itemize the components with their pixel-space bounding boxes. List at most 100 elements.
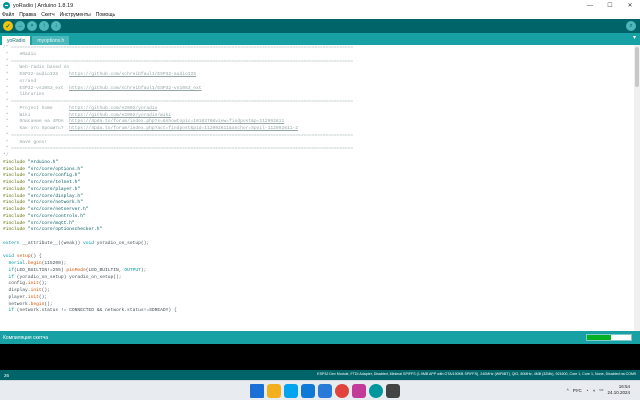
code-line[interactable]: #include "src/core/network.h" [3, 200, 640, 207]
code-line[interactable]: * ======================================… [3, 133, 640, 140]
code-line[interactable]: /* =====================================… [3, 45, 640, 52]
media-icon[interactable] [352, 384, 366, 398]
menu-edit[interactable]: Правка [19, 12, 36, 18]
code-token: * ESP32-audioI2S [3, 72, 70, 77]
toolbar: ✓ → ▪ ↑ ↓ ⌕ [0, 19, 640, 33]
system-tray: ^ РУС ◔ ◖ ▭ 16:54 24.10.2024 [567, 384, 636, 396]
code-line[interactable]: player.init(); [3, 295, 640, 302]
code-line[interactable]: * ESP32-vs1053_ext https://github.com/sc… [3, 86, 640, 93]
code-token: https://github.com/e2002/yoradio [69, 105, 158, 111]
code-token: #include [3, 207, 28, 212]
code-line[interactable]: * libraries [3, 92, 640, 99]
code-line[interactable]: #include "src/core/telnet.h" [3, 180, 640, 187]
menu-bar: Файл Правка Скетч Инструменты Помощь [0, 11, 640, 19]
code-line[interactable]: Serial.begin(115200); [3, 261, 640, 268]
tab-myoptions[interactable]: myoptions.h [32, 36, 70, 45]
code-token: #include [3, 220, 28, 226]
menu-sketch[interactable]: Скетч [41, 12, 54, 18]
tray-chevron-icon[interactable]: ^ [567, 388, 569, 393]
code-token: */ [3, 153, 9, 158]
windows-start-icon[interactable] [250, 384, 264, 398]
code-token: "src/core/display.h" [27, 193, 83, 199]
serial-monitor-button[interactable]: ⌕ [626, 21, 636, 31]
code-token: #include [3, 173, 28, 179]
code-token: begin [30, 301, 45, 307]
code-line[interactable]: #include "src/core/netserver.h" [3, 207, 640, 214]
clock[interactable]: 16:54 24.10.2024 [607, 384, 630, 396]
firefox-icon[interactable] [335, 384, 349, 398]
code-line[interactable]: * ======================================… [3, 146, 640, 153]
tab-menu-button[interactable]: ▾ [633, 34, 636, 41]
code-line[interactable]: if (network.status != CONNECTED && netwo… [3, 308, 640, 315]
code-line[interactable]: * Web-radio based on [3, 65, 640, 72]
code-token: #include [3, 166, 28, 172]
language-indicator[interactable]: РУС [573, 388, 582, 393]
maximize-button[interactable]: ☐ [600, 0, 620, 11]
arduino-taskbar-icon[interactable] [369, 384, 383, 398]
wifi-icon[interactable]: ◔ [586, 388, 589, 393]
code-line[interactable]: * Project home https://github.com/e2002/… [3, 106, 640, 113]
editor-scroll-thumb[interactable] [635, 47, 639, 87]
terminal-icon[interactable] [386, 384, 400, 398]
code-token: yoradio_on_setup(); [96, 240, 150, 246]
code-content[interactable]: /* =====================================… [0, 45, 640, 315]
code-line[interactable]: if(LED_BUILTIN!=255) pinMode(LED_BUILTIN… [3, 268, 640, 275]
menu-tools[interactable]: Инструменты [60, 12, 91, 18]
battery-icon[interactable]: ▭ [599, 387, 603, 393]
upload-button[interactable]: → [15, 21, 25, 31]
store-icon[interactable] [301, 384, 315, 398]
code-token: #include [3, 193, 28, 199]
code-line[interactable]: if (yoradio_on_setup) yoradio_on_setup()… [3, 275, 640, 282]
edge-browser-icon[interactable] [284, 384, 298, 398]
code-line[interactable]: * ======================================… [3, 59, 640, 66]
info-bar: 26 ESP32 Dev Module, FTDI Adapter, Disab… [0, 370, 640, 380]
menu-help[interactable]: Помощь [96, 12, 115, 18]
taskbar: ^ РУС ◔ ◖ ▭ 16:54 24.10.2024 [0, 380, 640, 400]
code-line[interactable]: #include "src/core/player.h" [3, 187, 640, 194]
console-output[interactable] [0, 344, 640, 370]
code-line[interactable]: display.init(); [3, 288, 640, 295]
code-token: * Web-radio based on [3, 65, 70, 71]
code-token: if [3, 267, 15, 273]
code-line[interactable]: extern __attribute__((weak)) void yoradi… [3, 241, 640, 248]
code-token: if [3, 308, 15, 314]
code-token: extern [3, 240, 23, 246]
code-line[interactable]: * or/and [3, 79, 640, 86]
code-token: https://github.com/schreibfaul1/ESP32-au… [69, 72, 196, 77]
code-editor[interactable]: /* =====================================… [0, 45, 640, 331]
code-line[interactable]: #include "Arduino.h" [3, 160, 640, 167]
code-line[interactable]: #include "src/core/display.h" [3, 194, 640, 201]
code-line[interactable]: * ======================================… [3, 99, 640, 106]
code-token: #include [3, 213, 28, 219]
code-token: "Arduino.h" [27, 159, 59, 165]
code-line[interactable]: #include "src/core/controls.h" [3, 214, 640, 221]
code-token: #include [3, 227, 28, 233]
code-line[interactable]: #include "src/core/options.h" [3, 167, 640, 174]
code-token: "src/core/optionschecker.h" [27, 227, 103, 233]
volume-icon[interactable]: ◖ [592, 388, 595, 393]
code-line[interactable]: #include "src/core/config.h" [3, 173, 640, 180]
minimize-button[interactable]: — [580, 0, 600, 11]
menu-file[interactable]: Файл [2, 12, 14, 18]
file-explorer-icon[interactable] [267, 384, 281, 398]
code-token: config. [3, 281, 28, 287]
code-token: setup [16, 254, 31, 260]
code-line[interactable] [3, 234, 640, 241]
code-line[interactable]: #include "src/core/optionschecker.h" [3, 227, 640, 234]
code-line[interactable]: * ESP32-audioI2S https://github.com/schr… [3, 72, 640, 79]
editor-scrollbar[interactable] [634, 45, 640, 331]
code-line[interactable]: */ [3, 153, 640, 160]
close-button[interactable]: ✕ [620, 0, 640, 11]
verify-button[interactable]: ✓ [3, 21, 13, 31]
code-line[interactable]: * Как это прошить? https://4pda.to/forum… [3, 126, 640, 133]
code-line[interactable]: config.init(); [3, 281, 640, 288]
code-line[interactable] [3, 248, 640, 255]
code-line[interactable]: void setup() { [3, 254, 640, 261]
new-button[interactable]: ▪ [27, 21, 37, 31]
tab-yoradio[interactable]: yoRadio [2, 36, 31, 45]
open-button[interactable]: ↑ [39, 21, 49, 31]
save-button[interactable]: ↓ [51, 21, 61, 31]
mail-icon[interactable] [318, 384, 332, 398]
code-line[interactable]: * яRadio [3, 52, 640, 59]
code-line[interactable]: * Описание на 4PDA https://4pda.to/forum… [3, 119, 640, 126]
